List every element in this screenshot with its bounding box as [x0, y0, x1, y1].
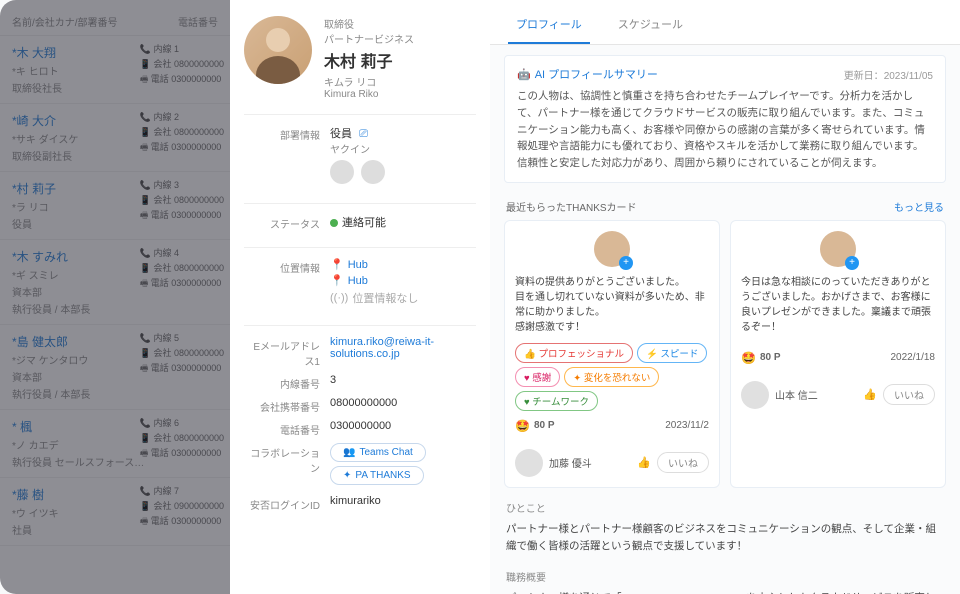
thanks-more-link[interactable]: もっと見る	[894, 199, 944, 214]
tag: 👍 プロフェッショナル	[515, 343, 633, 363]
thumb-icon: 👍	[637, 456, 651, 469]
tag: ✦ 変化を恐れない	[564, 367, 659, 387]
dept-label: 部署情報	[244, 125, 330, 142]
plus-icon: +	[845, 256, 859, 270]
shokumu-body: パートナー様を通じて「PHONE APPLI PEOPLE」を中心としたクラウド…	[506, 590, 944, 594]
sender-avatar	[741, 381, 769, 409]
profile-name: 木村 莉子	[324, 48, 414, 72]
card-date: 2023/11/2	[665, 420, 709, 431]
wifi-icon: ((·))	[330, 292, 348, 304]
plus-icon: +	[619, 256, 633, 270]
card-recipient-avatar: +	[820, 231, 856, 267]
tab-bar: プロフィール スケジュール	[490, 0, 960, 45]
location-none: ((·))位置情報なし	[330, 290, 476, 306]
email-label: Eメールアドレス1	[244, 336, 330, 368]
profile-team: パートナービジネス	[324, 31, 414, 46]
thumb-icon: 👍	[863, 388, 877, 401]
card-date: 2022/1/18	[891, 352, 936, 363]
status-value: 連絡可能	[342, 217, 386, 229]
hitokoto-label: ひとこと	[506, 500, 944, 515]
ai-summary-body: この人物は、協調性と慎重さを持ち合わせたチームプレイヤーです。分析力を活かして、…	[517, 88, 933, 172]
status-dot-icon	[330, 219, 338, 227]
thanks-card: + 資料の提供ありがとうございました。目を通し切れていない資料が多いため、非常に…	[504, 220, 720, 488]
like-button[interactable]: いいね	[883, 384, 935, 405]
card-points: 🤩 80 P	[515, 419, 555, 433]
tag: ♥ 感謝	[515, 367, 560, 387]
ext-label: 内線番号	[244, 374, 330, 391]
mobile-value: 08000000000	[330, 397, 476, 409]
thanks-title: 最近もらったTHANKSカード	[506, 199, 637, 214]
related-avatar[interactable]	[330, 160, 354, 184]
card-recipient-avatar: +	[594, 231, 630, 267]
dept-kana: ヤクイン	[330, 141, 476, 156]
ai-icon: 🤖	[517, 68, 531, 81]
card-message: 資料の提供ありがとうございました。目を通し切れていない資料が多いため、非常に助か…	[515, 275, 709, 335]
profile-role: 取締役	[324, 16, 414, 31]
email-link[interactable]: kimura.riko@reiwa-it-solutions.co.jp	[330, 336, 434, 360]
status-label: ステータス	[244, 214, 330, 231]
ai-summary-title: AI プロフィールサマリー	[535, 66, 658, 82]
profile-panel: 取締役 パートナービジネス 木村 莉子 キムラ リコ Kimura Riko 部…	[230, 0, 490, 594]
thanks-card: + 今日は急な相談にのっていただきありがとうございました。おかげさまで、お客様に…	[730, 220, 946, 488]
modal-overlay	[0, 0, 230, 594]
orgchart-icon[interactable]: ⎚	[359, 128, 368, 140]
login-label: 安否ログインID	[244, 495, 330, 512]
pin-icon: 📍	[330, 274, 344, 287]
tel-value: 0300000000	[330, 420, 476, 432]
pin-icon: 📍	[330, 258, 344, 271]
card-message: 今日は急な相談にのっていただきありがとうございました。おかげさまで、お客様に良い…	[741, 275, 935, 335]
login-value: kimurariko	[330, 495, 476, 507]
profile-romaji: Kimura Riko	[324, 89, 414, 100]
shokumu-label: 職務概要	[506, 569, 944, 584]
ext-value: 3	[330, 374, 476, 386]
related-avatar[interactable]	[361, 160, 385, 184]
sender-name: 山本 信二	[775, 387, 818, 402]
tag: ♥ チームワーク	[515, 391, 598, 411]
ai-summary-date: 2023/11/05	[884, 71, 933, 82]
hitokoto-body: パートナー様とパートナー様顧客のビジネスをコミュニケーションの観点、そして企業・…	[506, 521, 944, 555]
pa-thanks-button[interactable]: ✦PA THANKS	[330, 466, 424, 485]
tab-profile[interactable]: プロフィール	[508, 10, 590, 44]
like-button[interactable]: いいね	[657, 452, 709, 473]
location-hub-link[interactable]: 📍Hub	[330, 258, 476, 271]
profile-kana: キムラ リコ	[324, 74, 414, 89]
tab-schedule[interactable]: スケジュール	[610, 10, 691, 44]
card-points: 🤩 80 P	[741, 351, 781, 365]
tel-label: 電話番号	[244, 420, 330, 437]
location-hub-link[interactable]: 📍Hub	[330, 274, 476, 287]
profile-avatar	[244, 16, 312, 84]
location-label: 位置情報	[244, 258, 330, 275]
sender-avatar	[515, 449, 543, 477]
ai-summary-box: 🤖AI プロフィールサマリー 更新日：2023/11/05 この人物は、協調性と…	[504, 55, 946, 183]
tag: ⚡ スピード	[637, 343, 707, 363]
detail-panel: プロフィール スケジュール 🤖AI プロフィールサマリー 更新日：2023/11…	[490, 0, 960, 594]
thanks-icon: ✦	[343, 470, 351, 481]
teams-icon: 👥	[343, 447, 355, 458]
dept-value: 役員	[330, 128, 352, 140]
teams-chat-button[interactable]: 👥Teams Chat	[330, 443, 426, 462]
collab-label: コラボレーション	[244, 443, 330, 475]
mobile-label: 会社携帯番号	[244, 397, 330, 414]
sender-name: 加藤 優斗	[549, 455, 592, 470]
